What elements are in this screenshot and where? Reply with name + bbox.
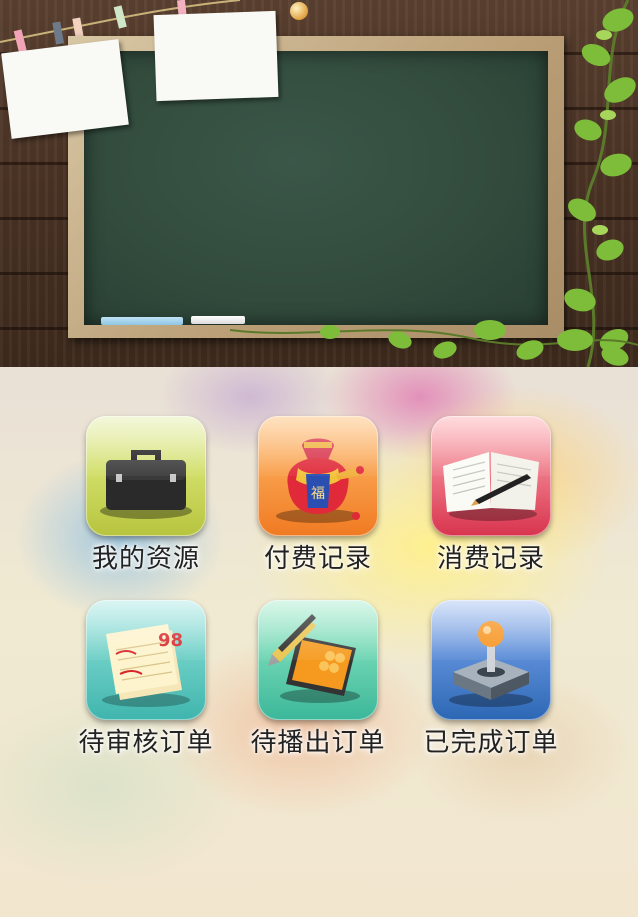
menu-item-pending-review-orders[interactable]: 98 待审核订单 bbox=[71, 600, 221, 790]
menu-item-label: 已完成订单 bbox=[423, 728, 559, 758]
graded-papers-icon: 98 bbox=[86, 600, 206, 720]
chalkboard bbox=[84, 51, 548, 325]
menu-item-label: 我的资源 bbox=[91, 544, 200, 574]
menu-item-pending-broadcast-orders[interactable]: 待播出订单 bbox=[243, 600, 393, 790]
svg-text:福: 福 bbox=[311, 486, 325, 502]
menu-item-label: 待播出订单 bbox=[250, 728, 386, 758]
menu-item-payment-records[interactable]: 福 付费记录 bbox=[243, 416, 393, 606]
joystick-icon bbox=[431, 600, 551, 720]
menu-item-consumption-records[interactable]: 消费记录 bbox=[416, 416, 566, 606]
money-bag-icon: 福 bbox=[258, 416, 378, 536]
pinned-note bbox=[1, 39, 129, 139]
menu-item-label: 付费记录 bbox=[263, 544, 372, 574]
menu-item-my-resources[interactable]: 我的资源 bbox=[71, 416, 221, 606]
header-banner bbox=[0, 0, 638, 367]
pinned-note bbox=[153, 10, 279, 102]
ivy-decoration bbox=[230, 320, 638, 366]
pushpin-icon bbox=[290, 2, 308, 20]
blue-chalk bbox=[101, 317, 183, 325]
briefcase-icon bbox=[86, 416, 206, 536]
menu-item-label: 待审核订单 bbox=[78, 728, 214, 758]
menu-item-completed-orders[interactable]: 已完成订单 bbox=[416, 600, 566, 790]
menu-area: 我的资源 福 付费记录 消费记录 98 待审核订单 待播出订单 已完成订单 bbox=[0, 367, 638, 917]
open-book-icon bbox=[431, 416, 551, 536]
menu-item-label: 消费记录 bbox=[436, 544, 545, 574]
pencil-notebook-icon bbox=[258, 600, 378, 720]
svg-text:98: 98 bbox=[158, 630, 183, 651]
